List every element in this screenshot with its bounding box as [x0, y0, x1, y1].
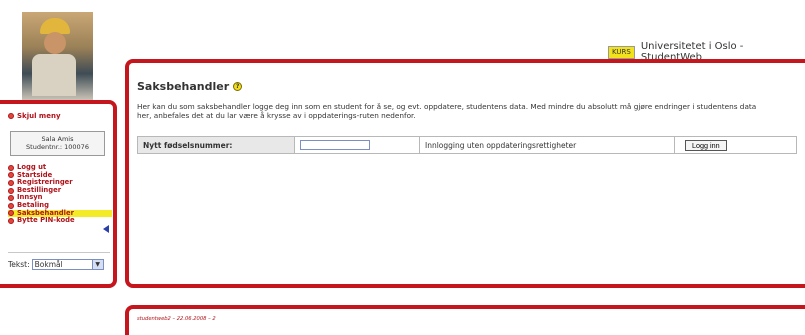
kurs-badge: KURS	[608, 45, 635, 59]
intro-text: Her kan du som saksbehandler logge deg i…	[137, 103, 805, 120]
user-number: Studentnr.: 100076	[26, 143, 89, 151]
help-icon[interactable]: ?	[233, 82, 243, 91]
login-form-row: Nytt fødselsnummer: Innlogging uten oppd…	[137, 136, 797, 154]
bullet-icon	[8, 164, 14, 171]
login-button-cell: Logg inn	[674, 137, 796, 153]
intro-line-2: her, anbefales det at du lar være å krys…	[137, 110, 416, 120]
ssn-input-cell	[294, 137, 419, 153]
ssn-label: Nytt fødselsnummer:	[138, 137, 294, 153]
hide-menu-label: Skjul meny	[17, 112, 61, 120]
language-select[interactable]: Bokmål ▼	[31, 259, 104, 270]
main-panel	[125, 59, 805, 288]
language-value: Bokmål	[34, 260, 63, 269]
page-title: Saksbehandler ?	[137, 80, 243, 93]
bullet-icon	[8, 187, 14, 194]
bullet-icon	[8, 172, 14, 179]
bullet-icon	[8, 202, 14, 209]
body-shape	[32, 54, 76, 96]
hide-menu-link[interactable]: Skjul meny	[8, 112, 61, 120]
sidebar-item-change-pin[interactable]: Bytte PIN-kode	[8, 217, 112, 225]
active-arrow-icon	[103, 225, 109, 233]
header-photo	[22, 12, 93, 100]
login-option-label: Innlogging uten oppdateringsrettigheter	[419, 137, 674, 153]
footer-panel	[125, 305, 805, 335]
bullet-icon	[8, 217, 14, 224]
footer-text: studentweb2 – 22.06.2008 – 2	[137, 316, 216, 322]
user-name: Sala Amis	[41, 135, 74, 143]
sidebar-menu: Logg ut Startside Registreringer Bestill…	[8, 163, 112, 225]
user-info-box: Sala Amis Studentnr.: 100076	[10, 131, 105, 156]
bullet-icon	[8, 195, 14, 202]
bullet-icon	[8, 210, 14, 217]
ssn-input[interactable]	[300, 140, 370, 150]
language-label: Tekst:	[8, 260, 30, 269]
language-selector: Tekst: Bokmål ▼	[8, 259, 104, 270]
bullet-icon	[8, 113, 14, 119]
page-title-text: Saksbehandler	[137, 80, 230, 93]
chevron-down-icon: ▼	[91, 260, 103, 269]
sidebar-item-label: Bytte PIN-kode	[17, 216, 75, 225]
sidebar-divider	[8, 252, 110, 253]
login-button[interactable]: Logg inn	[685, 139, 727, 151]
bullet-icon	[8, 179, 14, 186]
face-shape	[44, 32, 66, 54]
